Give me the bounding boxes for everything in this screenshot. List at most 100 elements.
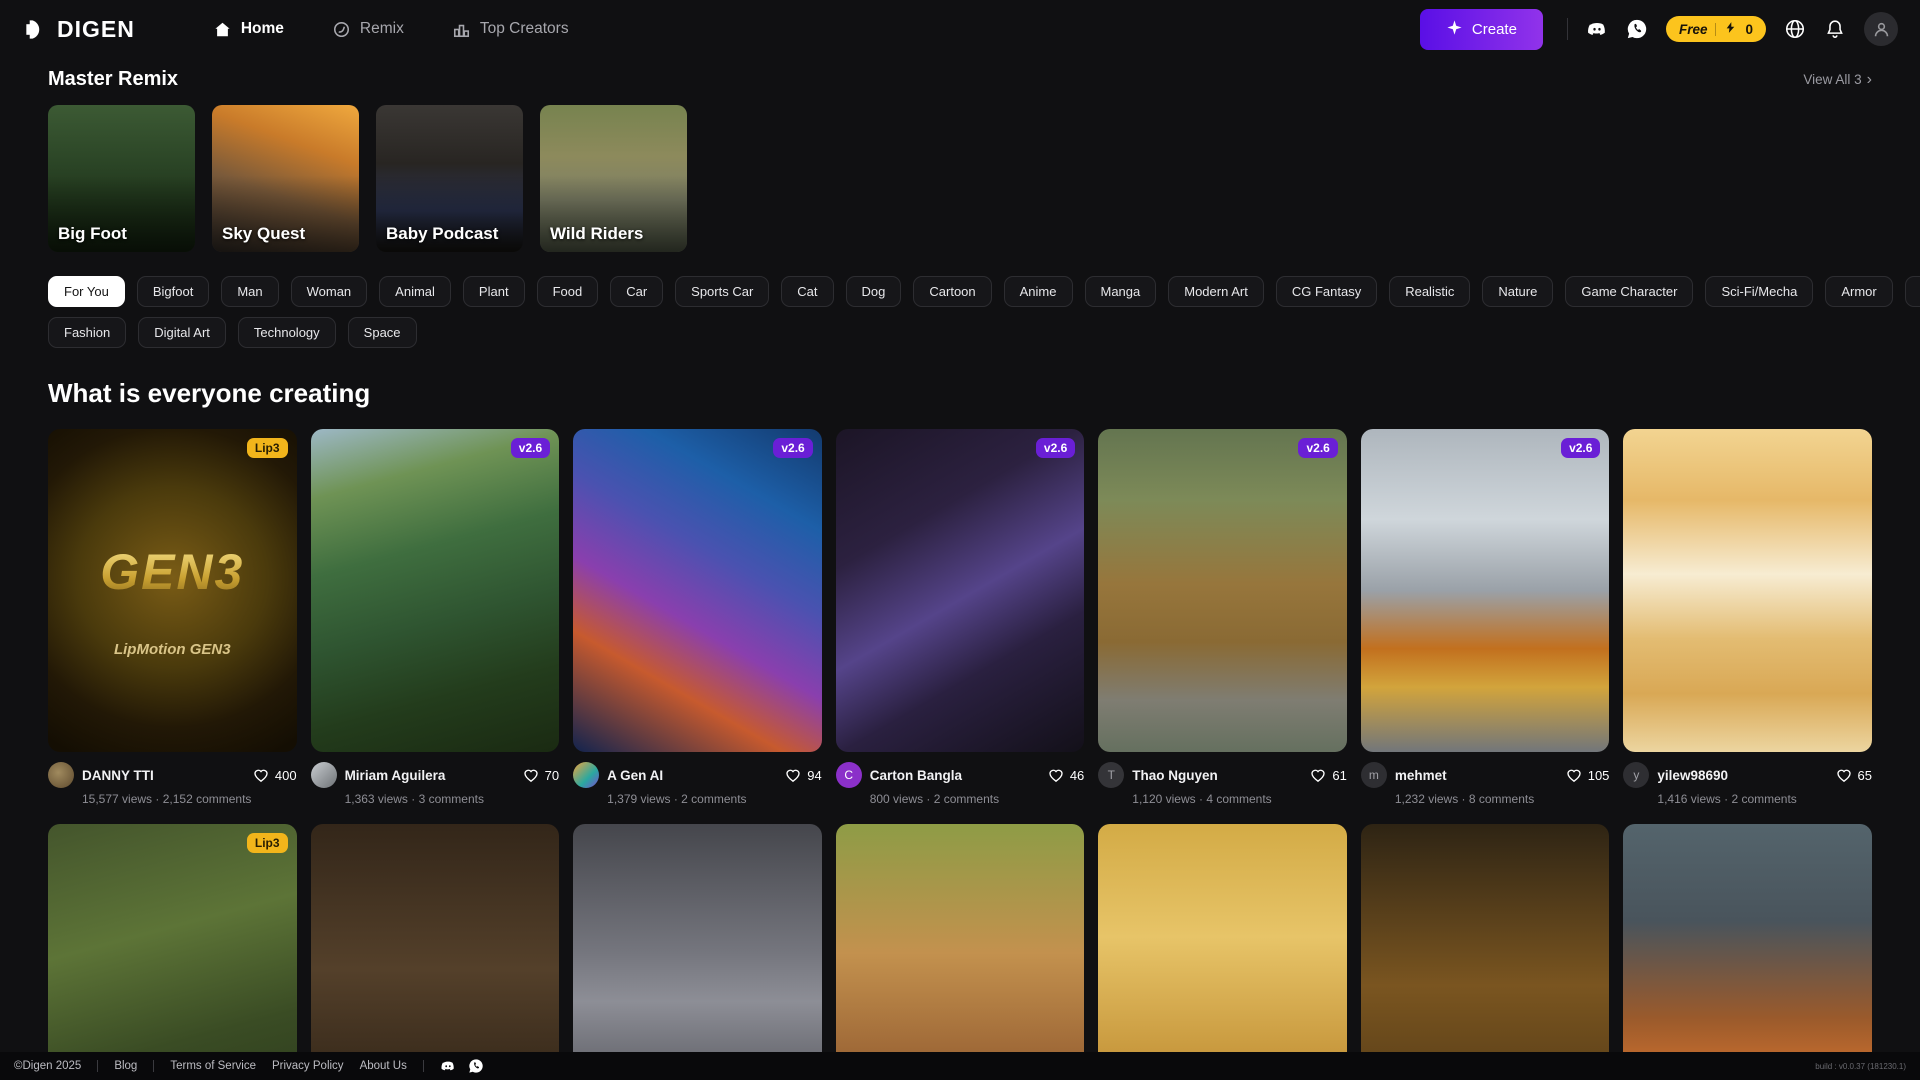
footer-link-blog[interactable]: Blog [114,1060,137,1072]
filter-chip[interactable]: Food [537,276,599,307]
master-remix-card-title: Big Foot [58,224,127,244]
card-meta: C Carton Bangla 46 [836,762,1085,788]
creator-name[interactable]: DANNY TTI [82,768,244,783]
feed-card-thumbnail[interactable] [836,824,1085,1080]
feed-card-thumbnail[interactable]: v2.6 [311,429,560,752]
creator-avatar[interactable] [311,762,337,788]
create-button[interactable]: Create [1420,9,1543,50]
plan-credits-badge[interactable]: Free 0 [1666,16,1766,42]
feed-card-thumbnail[interactable]: Lip3 [48,824,297,1080]
creator-name[interactable]: yilew98690 [1657,768,1826,783]
filter-chip[interactable]: Modern Art [1168,276,1264,307]
filter-chip[interactable]: Plant [463,276,525,307]
feed-card-thumbnail[interactable]: v2.6 [1361,429,1610,752]
master-remix-card[interactable]: Big Foot [48,105,195,252]
filter-chip[interactable]: Anime [1004,276,1073,307]
whatsapp-button[interactable] [1626,18,1648,40]
filter-chip[interactable]: Cat [781,276,833,307]
filter-chip[interactable]: Sci-Fi/Mecha [1705,276,1813,307]
like-button[interactable]: 65 [1835,766,1872,784]
like-button[interactable]: 400 [252,766,297,784]
filter-chip[interactable]: Space [348,317,417,348]
master-remix-card-title: Baby Podcast [386,224,498,244]
filter-chip[interactable]: Sports Car [675,276,769,307]
thumbnail-overlay-text: GEN3LipMotion GEN3 [48,429,297,752]
lip-sync-badge: Lip3 [247,833,288,853]
filter-chip[interactable]: Man [221,276,278,307]
filter-chip[interactable]: For You [48,276,125,307]
filter-chip[interactable]: Manga [1085,276,1157,307]
card-meta: T Thao Nguyen 61 [1098,762,1347,788]
like-button[interactable]: 46 [1047,766,1084,784]
creator-name[interactable]: mehmet [1395,768,1557,783]
model-version-badge: v2.6 [1036,438,1075,458]
feed-card-thumbnail[interactable] [1623,429,1872,752]
creator-avatar[interactable]: T [1098,762,1124,788]
filter-chip[interactable]: Animal [379,276,451,307]
like-button[interactable]: 94 [784,766,821,784]
feed-card-thumbnail[interactable]: v2.6 [1098,429,1347,752]
master-remix-card[interactable]: Sky Quest [212,105,359,252]
feed-card-thumbnail[interactable]: v2.6 [836,429,1085,752]
filter-chip[interactable]: Dog [846,276,902,307]
build-version: build : v0.0.37 (181230.1) [1815,1062,1906,1071]
feed-card-thumbnail[interactable] [1623,824,1872,1080]
main-nav: Home Remix Top Creators [213,20,569,39]
filter-chip[interactable]: Fashion [48,317,126,348]
creator-avatar[interactable] [573,762,599,788]
feed-card-thumbnail[interactable] [1098,824,1347,1080]
discord-button[interactable] [1586,18,1608,40]
creator-avatar[interactable]: m [1361,762,1387,788]
card-meta: A Gen AI 94 [573,762,822,788]
creator-name[interactable]: Miriam Aguilera [345,768,514,783]
footer-whatsapp-button[interactable] [468,1058,484,1074]
nav-item-remix[interactable]: Remix [332,20,404,39]
creator-avatar[interactable]: y [1623,762,1649,788]
filter-chip[interactable]: Armor [1825,276,1892,307]
notifications-button[interactable] [1824,18,1846,40]
feed-card-thumbnail[interactable] [1361,824,1610,1080]
heart-icon [1565,766,1583,784]
footer-link-about[interactable]: About Us [360,1060,407,1072]
master-remix-card[interactable]: Baby Podcast [376,105,523,252]
creator-name[interactable]: A Gen AI [607,768,776,783]
like-button[interactable]: 70 [522,766,559,784]
like-count: 400 [275,768,297,783]
creator-avatar[interactable]: C [836,762,862,788]
digen-logo[interactable]: DIGEN [22,16,135,43]
filter-chip[interactable]: Car [610,276,663,307]
creator-name[interactable]: Thao Nguyen [1132,768,1301,783]
creator-name[interactable]: Carton Bangla [870,768,1039,783]
pill-divider [1715,23,1716,36]
filter-chip[interactable]: Realistic [1389,276,1470,307]
feed-card-thumbnail[interactable] [573,824,822,1080]
filter-chip[interactable]: CG Fantasy [1276,276,1377,307]
filter-chip[interactable]: Fantasy [1905,276,1920,307]
creator-avatar[interactable] [48,762,74,788]
language-button[interactable] [1784,18,1806,40]
master-remix-card[interactable]: Wild Riders [540,105,687,252]
filter-chip[interactable]: Bigfoot [137,276,209,307]
footer-discord-button[interactable] [440,1058,456,1074]
filter-chip[interactable]: Digital Art [138,317,226,348]
nav-item-home[interactable]: Home [213,20,284,39]
filter-row: For You Bigfoot Man Woman Animal Plant Food Car… [48,276,1872,307]
nav-item-top-creators[interactable]: Top Creators [452,20,569,39]
view-all-button[interactable]: View All 3 › [1803,72,1872,88]
whatsapp-icon [1626,18,1648,40]
like-button[interactable]: 105 [1565,766,1610,784]
feed-card-thumbnail[interactable] [311,824,560,1080]
like-button[interactable]: 61 [1309,766,1346,784]
filter-chip[interactable]: Technology [238,317,336,348]
filter-chip[interactable]: Woman [291,276,368,307]
footer-link-terms[interactable]: Terms of Service [170,1060,256,1072]
filter-chip[interactable]: Cartoon [913,276,991,307]
filter-chip[interactable]: Game Character [1565,276,1693,307]
filter-chip[interactable]: Nature [1482,276,1553,307]
feed-card-thumbnail[interactable]: Lip3GEN3LipMotion GEN3 [48,429,297,752]
footer-link-privacy[interactable]: Privacy Policy [272,1060,344,1072]
user-avatar-button[interactable] [1864,12,1898,46]
home-icon [213,20,232,39]
feed-card-thumbnail[interactable]: v2.6 [573,429,822,752]
bell-icon [1824,18,1846,40]
